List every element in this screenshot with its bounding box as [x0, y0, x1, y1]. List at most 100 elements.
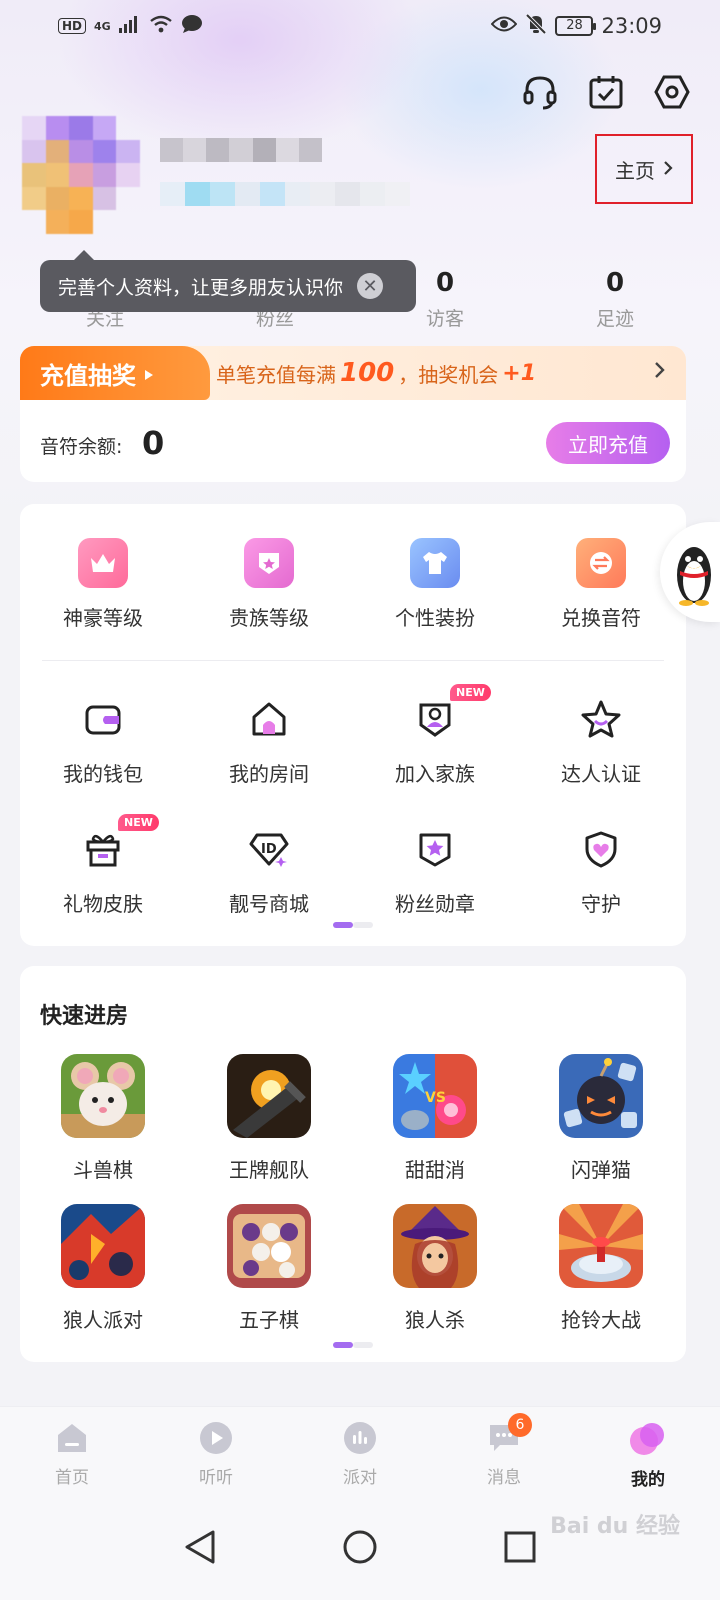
home-page-link[interactable]: 主页	[595, 134, 693, 204]
game-row-2: 狼人派对 五子棋 狼人杀 抢铃大战	[20, 1204, 686, 1333]
divider	[42, 660, 664, 661]
balance-value: 0	[142, 424, 165, 462]
party-nav-icon	[342, 1421, 378, 1459]
calendar-check-icon[interactable]	[586, 72, 626, 112]
game-bell-battle[interactable]: 抢铃大战	[518, 1204, 684, 1333]
home-circle-icon[interactable]	[342, 1529, 378, 1569]
close-icon[interactable]: ✕	[357, 273, 384, 299]
game-thumbnail	[559, 1204, 643, 1288]
game-gomoku[interactable]: 五子棋	[186, 1204, 352, 1333]
game-werewolf-kill[interactable]: 狼人杀	[352, 1204, 518, 1333]
feature-label: 达人认证	[561, 762, 641, 786]
game-thumbnail: VS	[393, 1054, 477, 1138]
feature-guard[interactable]: 守护	[518, 824, 684, 917]
tooltip-text: 完善个人资料，让更多朋友认识你	[58, 276, 344, 299]
headset-icon[interactable]	[520, 72, 560, 112]
unread-badge: 6	[508, 1413, 532, 1437]
game-ace-fleet[interactable]: 王牌舰队	[186, 1054, 352, 1183]
clock: 23:09	[601, 14, 662, 38]
feature-grid-card: 神豪等级 贵族等级 个性装扮 兑换音符 我的钱包 我的房间 NEW 加入家族 达…	[20, 504, 686, 946]
nav-listen[interactable]: 听听	[144, 1407, 288, 1498]
game-label: 狼人杀	[405, 1308, 465, 1332]
star-badge-icon	[410, 824, 460, 874]
game-label: 王牌舰队	[229, 1158, 309, 1182]
profile-tip-tooltip: 完善个人资料，让更多朋友认识你 ✕	[40, 250, 416, 312]
stat-label: 足迹	[595, 308, 634, 330]
me-nav-icon	[628, 1421, 668, 1461]
feature-row-2: 我的钱包 我的房间 NEW 加入家族 达人认证	[20, 684, 686, 787]
feature-tycoon-level[interactable]: 神豪等级	[20, 538, 186, 631]
feature-label: 加入家族	[395, 762, 475, 786]
hd-badge: HD	[58, 18, 87, 34]
mute-bell-icon	[525, 13, 547, 40]
feature-wallet[interactable]: 我的钱包	[20, 694, 186, 787]
nav-home[interactable]: 首页	[0, 1407, 144, 1498]
feature-noble-level[interactable]: 贵族等级	[186, 538, 352, 631]
game-sweet-match[interactable]: VS 甜甜消	[352, 1054, 518, 1183]
feature-label: 我的钱包	[63, 762, 143, 786]
feature-exchange-notes[interactable]: 兑换音符	[518, 538, 684, 631]
recharge-button[interactable]: 立即充值	[546, 422, 670, 464]
signal-icon	[118, 14, 141, 38]
game-row-1: 斗兽棋 王牌舰队 VS 甜甜消 闪弹猫	[20, 1054, 686, 1183]
user-id-blurred	[160, 182, 410, 206]
feature-dress-up[interactable]: 个性装扮	[352, 538, 518, 631]
feature-label: 守护	[581, 892, 621, 916]
promo-tag-label: 充值抽奖	[40, 361, 136, 390]
feature-vanity-id-shop[interactable]: ID 靓号商城	[186, 824, 352, 917]
game-werewolf-party[interactable]: 狼人派对	[20, 1204, 186, 1333]
house-icon	[244, 694, 294, 744]
balance-label: 音符余额:	[40, 436, 123, 458]
feature-my-room[interactable]: 我的房间	[186, 694, 352, 787]
nav-label: 我的	[631, 1470, 665, 1490]
stat-value: 0	[435, 268, 455, 298]
nav-party[interactable]: 派对	[288, 1407, 432, 1498]
nav-label: 派对	[343, 1468, 377, 1488]
nav-label: 首页	[55, 1468, 89, 1488]
nav-messages[interactable]: 6 消息	[432, 1407, 576, 1498]
game-thumbnail	[227, 1204, 311, 1288]
settings-hex-icon[interactable]	[652, 72, 692, 112]
home-page-label: 主页	[615, 158, 655, 183]
recents-square-icon[interactable]	[503, 1530, 537, 1568]
game-thumbnail	[61, 1204, 145, 1288]
play-nav-icon	[198, 1421, 234, 1459]
game-bomb-cat[interactable]: 闪弹猫	[518, 1054, 684, 1183]
chevron-right-icon	[654, 360, 666, 385]
avatar[interactable]	[22, 116, 140, 234]
feature-fan-medal[interactable]: 粉丝勋章	[352, 824, 518, 917]
network-label: 4G	[94, 19, 111, 33]
game-thumbnail	[559, 1054, 643, 1138]
recharge-lottery-banner[interactable]: 充值抽奖 单笔充值每满 100 ，抽奖机会 +1	[20, 346, 686, 400]
feature-page-indicator	[333, 922, 373, 928]
tshirt-icon	[410, 538, 460, 588]
game-page-indicator	[333, 1342, 373, 1348]
home-nav-icon	[54, 1421, 90, 1459]
stat-footprints[interactable]: 0 足迹	[530, 268, 700, 338]
gift-icon	[78, 824, 128, 874]
nav-label: 消息	[487, 1468, 521, 1488]
noble-badge-icon	[244, 538, 294, 588]
baidu-watermark-logo: Bai du 经验	[550, 1514, 680, 1539]
feature-row-premium: 神豪等级 贵族等级 个性装扮 兑换音符	[20, 538, 686, 631]
bottom-navigation: 首页 听听 派对 6 消息 我的	[0, 1406, 720, 1498]
game-animal-chess[interactable]: 斗兽棋	[20, 1054, 186, 1183]
promo-text: 单笔充值每满 100 ，抽奖机会 +1	[216, 346, 536, 400]
chevron-right-icon	[663, 157, 673, 181]
feature-expert-cert[interactable]: 达人认证	[518, 694, 684, 787]
feature-join-family[interactable]: NEW 加入家族	[352, 684, 518, 787]
feature-label: 兑换音符	[561, 606, 641, 630]
nav-label: 听听	[199, 1468, 233, 1488]
back-triangle-icon[interactable]	[183, 1529, 217, 1569]
quick-enter-title: 快速进房	[40, 1004, 129, 1029]
stat-value: 0	[605, 268, 625, 298]
promo-bonus: +1	[502, 360, 537, 386]
header-actions	[520, 72, 692, 112]
status-bar: HD 4G 28 23:09	[0, 0, 720, 52]
feature-gift-skin[interactable]: NEW 礼物皮肤	[20, 814, 186, 917]
game-label: 抢铃大战	[561, 1308, 641, 1332]
nav-me[interactable]: 我的	[576, 1407, 720, 1498]
crown-icon	[78, 538, 128, 588]
id-diamond-icon: ID	[244, 824, 294, 874]
wallet-icon	[78, 694, 128, 744]
